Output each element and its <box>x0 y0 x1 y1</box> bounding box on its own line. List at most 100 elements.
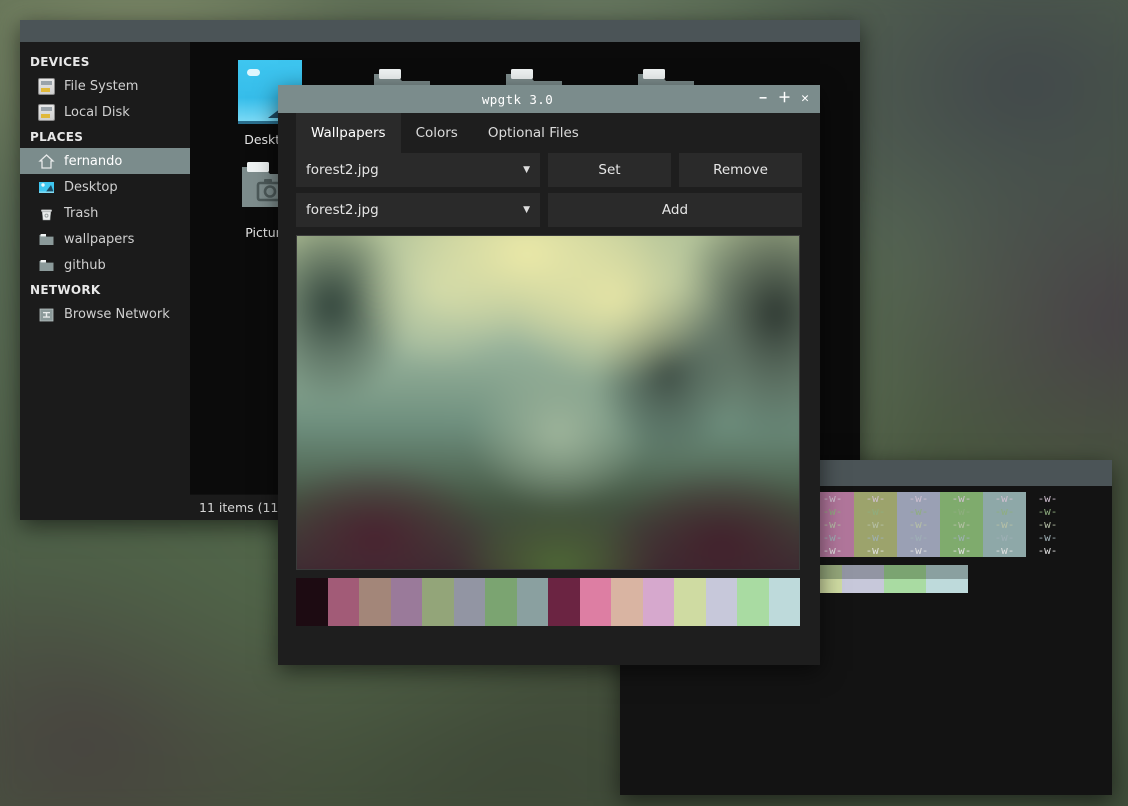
sidebar-item-label: Trash <box>64 205 99 221</box>
sidebar-item-desktop[interactable]: Desktop <box>20 174 190 200</box>
wpgtk-wallpapers-panel: forest2.jpg ▼ Set Remove forest2.jpg ▼ A… <box>278 153 820 626</box>
wallpaper-select-value: forest2.jpg <box>306 162 379 178</box>
wallpaper-add-row: forest2.jpg ▼ Add <box>296 193 802 227</box>
palette-swatch-2[interactable] <box>359 578 391 626</box>
terminal-color-cell: -w- <box>854 544 897 557</box>
file-manager-sidebar: DEVICES File System Local Disk PLACES fe… <box>20 42 190 520</box>
terminal-color-cell: -w- <box>940 505 983 518</box>
tab-wallpapers[interactable]: Wallpapers <box>296 113 401 153</box>
terminal-color-cell: -w- <box>897 518 940 531</box>
terminal-color-cell: -w- <box>983 518 1026 531</box>
sidebar-item-label: File System <box>64 78 139 94</box>
maximize-icon[interactable]: ＋ <box>778 92 791 106</box>
terminal-palette-swatch-0-7 <box>926 565 968 579</box>
sidebar-item-label: fernando <box>64 153 123 169</box>
folder-icon <box>38 257 55 274</box>
palette-swatch-11[interactable] <box>642 578 674 626</box>
wallpaper-preview-image <box>297 236 799 569</box>
remove-button[interactable]: Remove <box>679 153 802 187</box>
add-button[interactable]: Add <box>548 193 802 227</box>
sidebar-item-label: wallpapers <box>64 231 135 247</box>
sidebar-item-label: Local Disk <box>64 104 130 120</box>
terminal-color-cell: -w- <box>854 505 897 518</box>
terminal-color-cell: -w- <box>1026 544 1069 557</box>
wallpaper-select-dropdown[interactable]: forest2.jpg ▼ <box>296 153 540 187</box>
palette-swatch-14[interactable] <box>737 578 769 626</box>
terminal-color-cell: -w- <box>940 544 983 557</box>
sidebar-header-network: NETWORK <box>30 283 101 297</box>
palette-swatch-10[interactable] <box>611 578 643 626</box>
palette-swatch-5[interactable] <box>453 578 485 626</box>
palette-swatch-4[interactable] <box>422 578 454 626</box>
palette-swatch-15[interactable] <box>768 578 800 626</box>
wallpaper-add-value: forest2.jpg <box>306 202 379 218</box>
wallpaper-preview[interactable] <box>296 235 800 570</box>
terminal-color-cell: -w- <box>854 518 897 531</box>
color-palette-strip <box>296 578 800 626</box>
trash-icon <box>38 205 55 222</box>
terminal-color-cell: -w- <box>940 531 983 544</box>
file-manager-titlebar[interactable] <box>20 20 860 42</box>
palette-swatch-12[interactable] <box>674 578 706 626</box>
sidebar-item-file-system[interactable]: File System <box>20 73 190 99</box>
terminal-color-cell: -w- <box>983 531 1026 544</box>
tab-colors[interactable]: Colors <box>401 113 473 153</box>
terminal-color-cell: -w- <box>983 544 1026 557</box>
sidebar-header-devices: DEVICES <box>30 55 90 69</box>
terminal-color-cell: -w- <box>983 505 1026 518</box>
terminal-palette-swatch-0-6 <box>884 565 926 579</box>
terminal-palette-swatch-1-7 <box>926 579 968 593</box>
terminal-color-cell: -w- <box>940 518 983 531</box>
sidebar-item-local-disk[interactable]: Local Disk <box>20 99 190 125</box>
sidebar-item-label: Browse Network <box>64 306 170 322</box>
terminal-color-cell: -w- <box>1026 518 1069 531</box>
wpgtk-tabbar: Wallpapers Colors Optional Files <box>278 113 820 153</box>
terminal-color-cell: -w- <box>983 492 1026 505</box>
sidebar-item-browse-network[interactable]: Browse Network <box>20 301 190 327</box>
network-icon <box>38 306 55 323</box>
wallpaper-add-dropdown[interactable]: forest2.jpg ▼ <box>296 193 540 227</box>
sidebar-item-trash[interactable]: Trash <box>20 200 190 226</box>
close-icon[interactable]: ✕ <box>799 92 811 106</box>
desktop: DEVICES File System Local Disk PLACES fe… <box>0 0 1128 806</box>
terminal-color-cell: -w- <box>854 531 897 544</box>
chevron-down-icon: ▼ <box>523 165 530 175</box>
sidebar-item-fernando[interactable]: fernando <box>20 148 190 174</box>
palette-swatch-7[interactable] <box>516 578 548 626</box>
terminal-color-cell: -w- <box>897 531 940 544</box>
palette-swatch-9[interactable] <box>579 578 611 626</box>
palette-swatch-0[interactable] <box>296 578 328 626</box>
sidebar-item-github[interactable]: github <box>20 252 190 278</box>
palette-swatch-3[interactable] <box>390 578 422 626</box>
sidebar-item-label: github <box>64 257 106 273</box>
wpgtk-title-text: wpgtk 3.0 <box>481 91 554 107</box>
terminal-color-cell: -w- <box>854 492 897 505</box>
terminal-color-cell: -w- <box>940 492 983 505</box>
terminal-color-cell: -w- <box>897 492 940 505</box>
terminal-color-cell: -w- <box>1026 492 1069 505</box>
palette-swatch-6[interactable] <box>485 578 517 626</box>
tab-optional-files[interactable]: Optional Files <box>473 113 594 153</box>
terminal-palette-swatch-1-6 <box>884 579 926 593</box>
desktop-picture-icon <box>38 179 55 196</box>
terminal-color-cell: -w- <box>897 544 940 557</box>
terminal-color-cell: -w- <box>897 505 940 518</box>
sidebar-item-label: Desktop <box>64 179 118 195</box>
wallpaper-set-row: forest2.jpg ▼ Set Remove <box>296 153 802 187</box>
chevron-down-icon: ▼ <box>523 205 530 215</box>
sidebar-header-places: PLACES <box>30 130 84 144</box>
minimize-icon[interactable]: − <box>757 92 769 106</box>
folder-icon <box>38 231 55 248</box>
set-button[interactable]: Set <box>548 153 671 187</box>
wpgtk-window: wpgtk 3.0 − ＋ ✕ Wallpapers Colors Option… <box>278 85 820 665</box>
palette-swatch-13[interactable] <box>705 578 737 626</box>
wpgtk-titlebar[interactable]: wpgtk 3.0 − ＋ ✕ <box>278 85 820 113</box>
palette-swatch-8[interactable] <box>548 578 580 626</box>
drive-icon <box>38 103 55 121</box>
terminal-color-cell: -w- <box>1026 531 1069 544</box>
window-controls: − ＋ ✕ <box>757 92 820 106</box>
wpgtk-body: Wallpapers Colors Optional Files forest2… <box>278 113 820 665</box>
palette-swatch-1[interactable] <box>327 578 359 626</box>
home-icon <box>38 153 55 170</box>
sidebar-item-wallpapers[interactable]: wallpapers <box>20 226 190 252</box>
